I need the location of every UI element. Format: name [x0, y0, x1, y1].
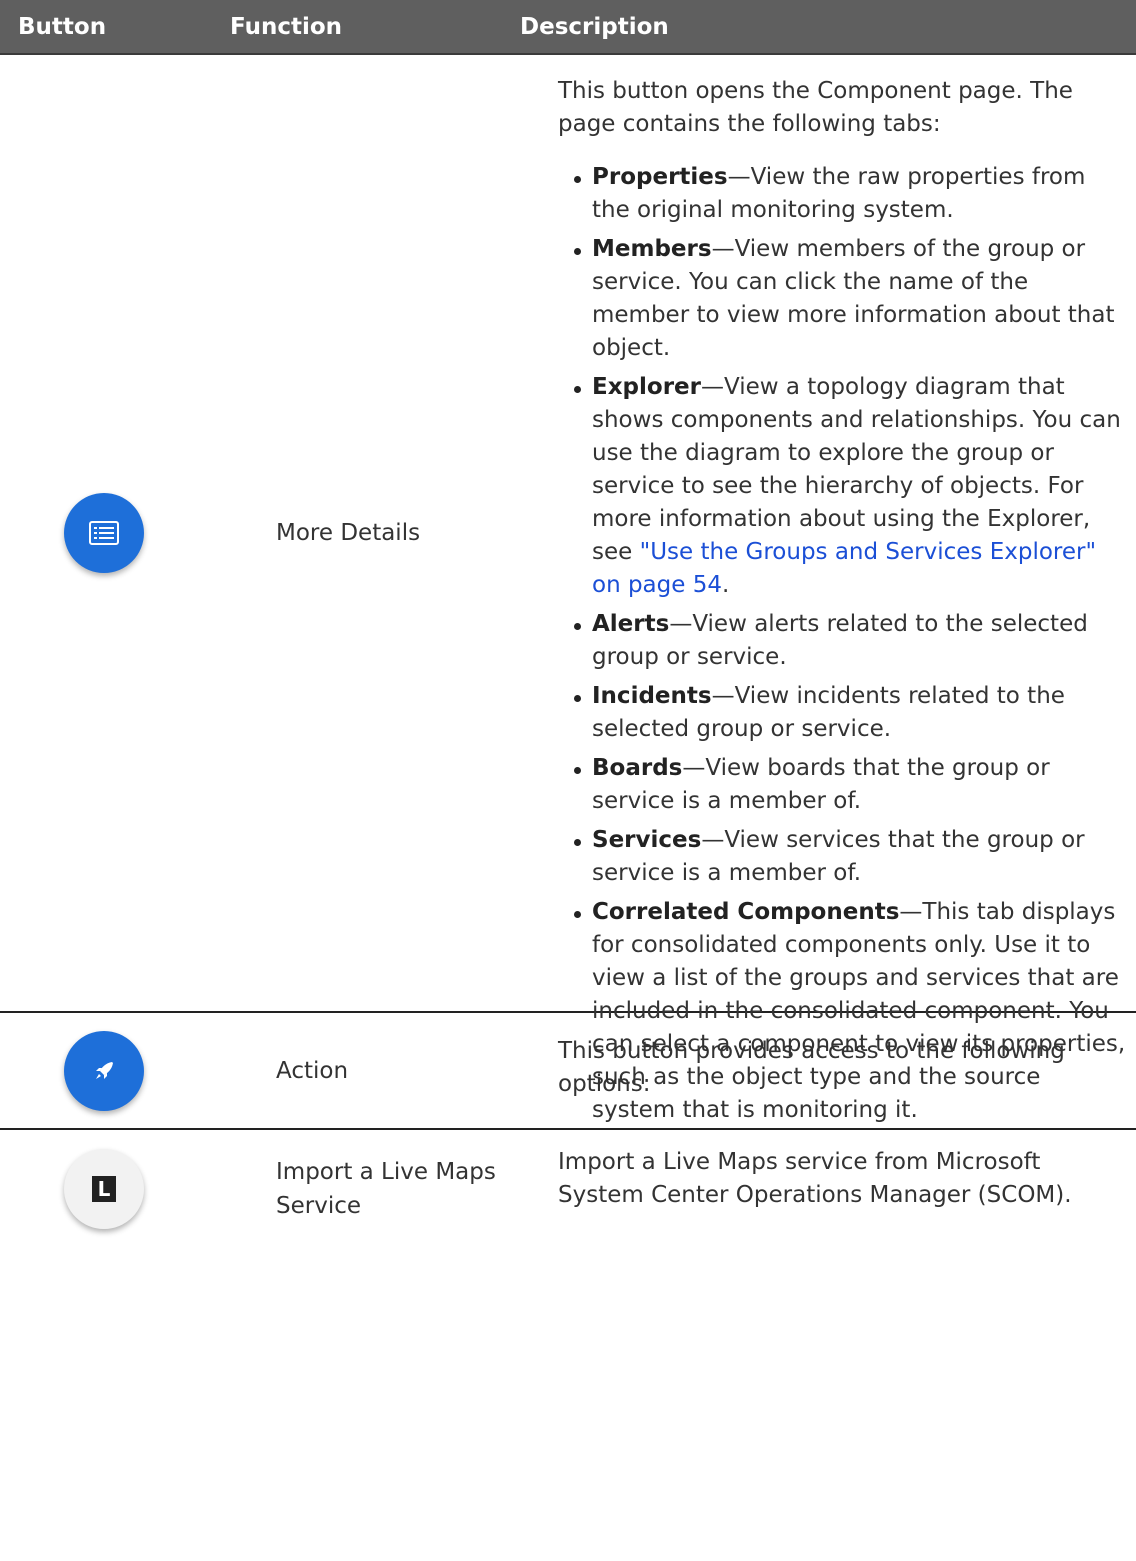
description-intro: This button opens the Component page. Th… [558, 78, 1073, 137]
live-maps-l-icon: L [92, 1175, 116, 1202]
list-item: Alerts—View alerts related to the select… [572, 608, 1130, 674]
explorer-link[interactable]: "Use the Groups and Services Explorer" o… [592, 539, 1096, 598]
tab-name: Incidents [592, 683, 712, 709]
rocket-icon [96, 1061, 113, 1079]
button-cell [0, 55, 208, 1011]
header-function: Function [230, 13, 343, 40]
details-list-icon [89, 521, 119, 545]
tab-name: Properties [592, 164, 728, 190]
button-reference-table: Button Function Description More Details… [0, 0, 1136, 1247]
import-live-maps-button[interactable]: L [64, 1148, 144, 1229]
function-cell: Action [276, 1057, 349, 1084]
table-header: Button Function Description [0, 0, 1136, 55]
tab-name: Alerts [592, 611, 670, 637]
description-cell: Import a Live Maps service from Microsof… [558, 1149, 1072, 1208]
tab-name: Explorer [592, 374, 701, 400]
action-button[interactable] [64, 1030, 144, 1111]
function-cell: More Details [276, 520, 421, 546]
table-row: L Import a Live Maps Service Import a Li… [0, 1130, 1136, 1247]
function-cell: Import a Live Maps Service [276, 1158, 496, 1219]
list-item: Properties—View the raw properties from … [572, 161, 1130, 227]
description-cell: This button opens the Component page. Th… [498, 55, 1136, 1123]
tab-name: Boards [592, 755, 683, 781]
list-item: Explorer—View a topology diagram that sh… [572, 371, 1130, 602]
list-item: Members—View members of the group or ser… [572, 233, 1130, 365]
list-item: Boards—View boards that the group or ser… [572, 752, 1130, 818]
tab-name: Members [592, 236, 712, 262]
header-description: Description [520, 13, 669, 40]
table-row: More Details This button opens the Compo… [0, 55, 1136, 1123]
button-cell [0, 1013, 208, 1128]
list-item: Incidents—View incidents related to the … [572, 680, 1130, 746]
tab-list: Properties—View the raw properties from … [558, 161, 1130, 1127]
list-item: Services—View services that the group or… [572, 824, 1130, 890]
button-cell: L [0, 1130, 208, 1247]
list-item: Correlated Components—This tab displays … [572, 896, 1130, 1127]
header-button: Button [18, 13, 107, 40]
tab-name: Correlated Components [592, 899, 900, 925]
more-details-button[interactable] [64, 493, 144, 573]
tab-name: Services [592, 827, 702, 853]
